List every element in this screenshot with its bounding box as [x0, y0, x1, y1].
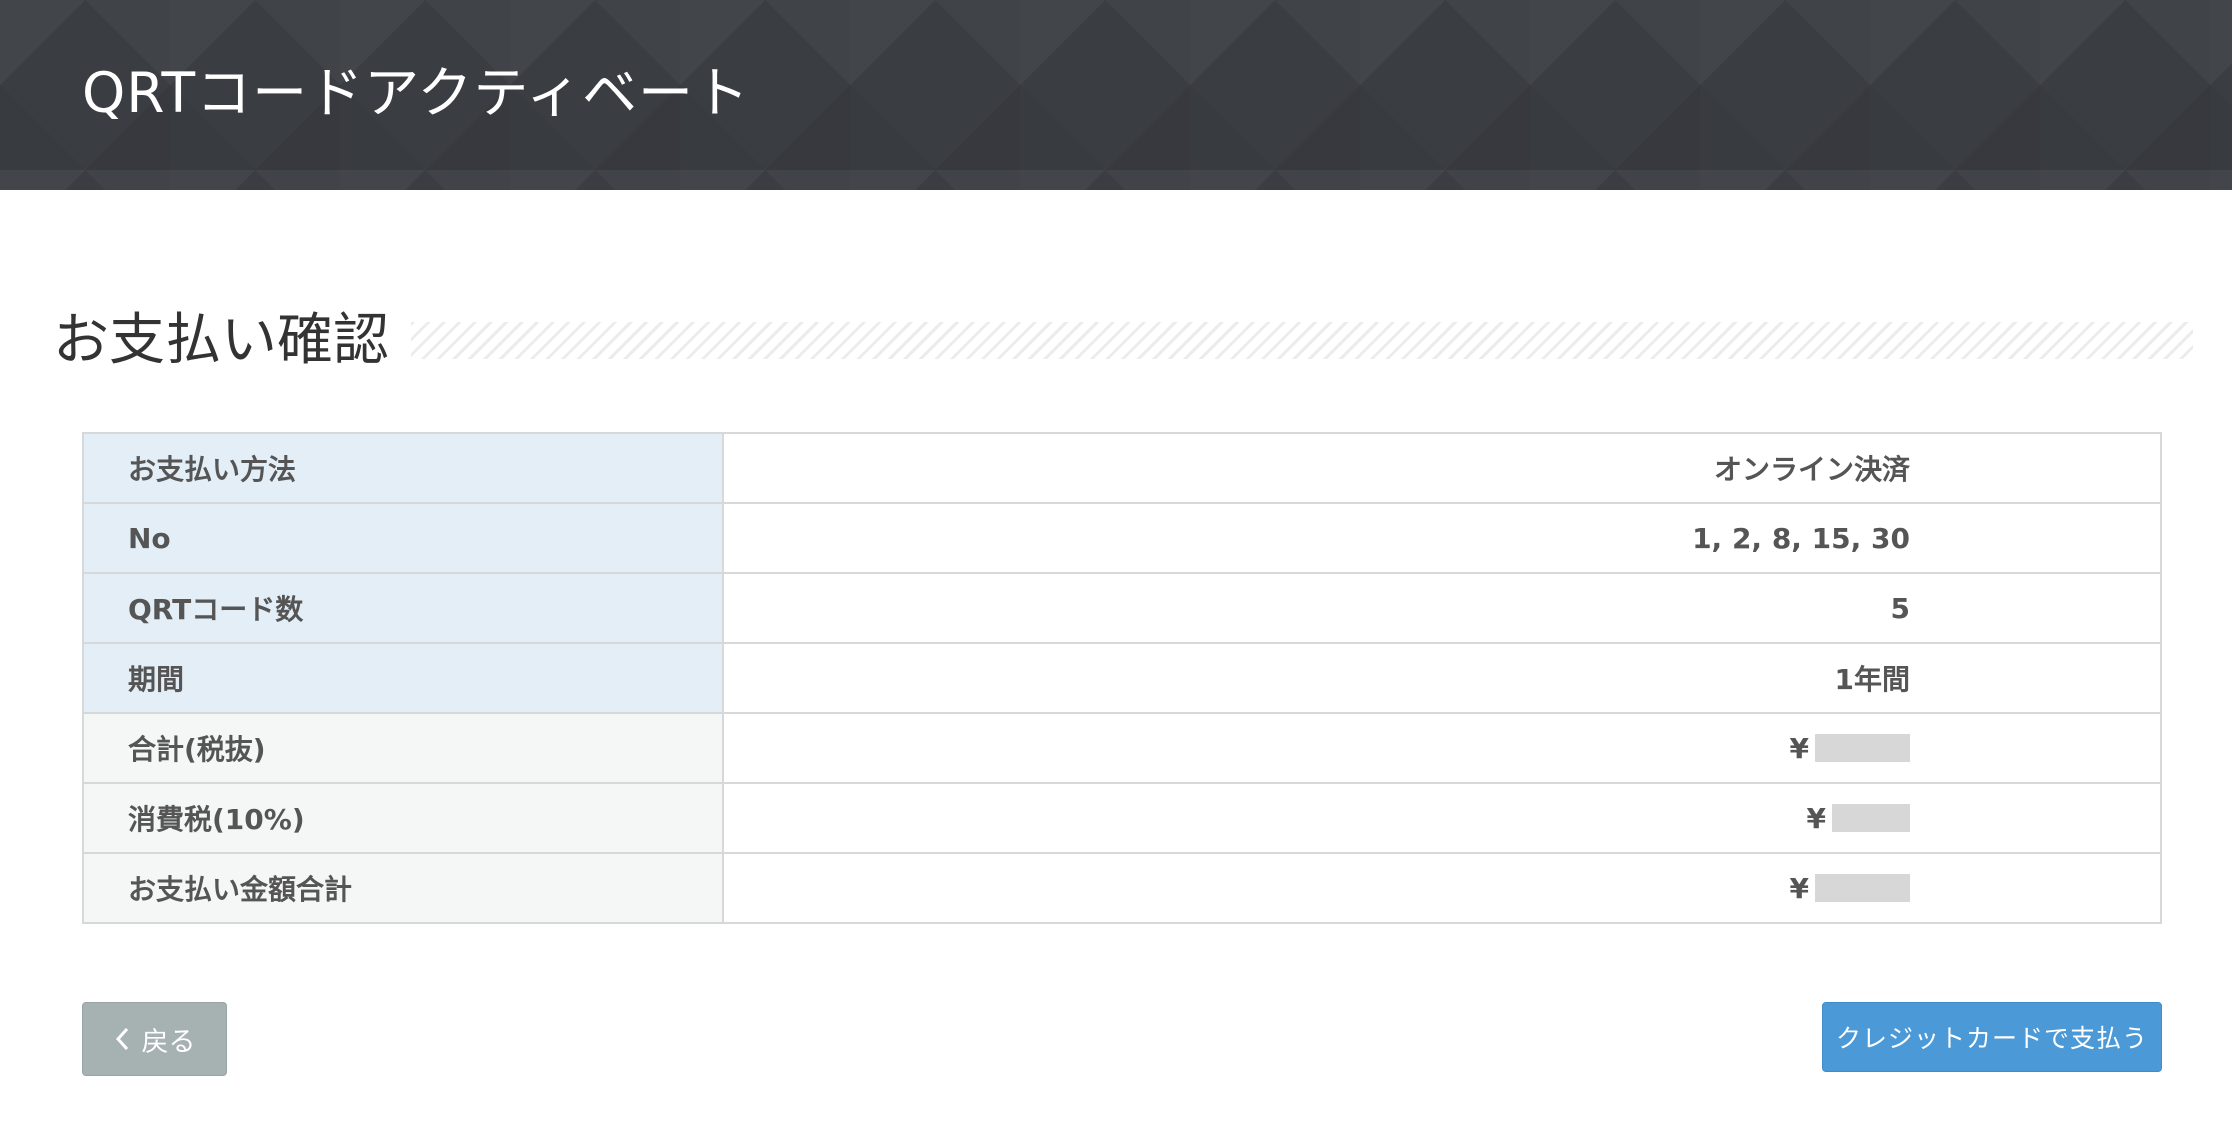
row-value: ¥	[722, 852, 2162, 924]
currency-symbol: ¥	[1806, 801, 1826, 835]
row-value: ¥	[722, 712, 2162, 784]
row-label: QRTコード数	[82, 572, 724, 644]
table-row-numbers: No 1, 2, 8, 15, 30	[82, 502, 2162, 574]
table-row-tax: 消費税(10%) ¥	[82, 782, 2162, 854]
currency-symbol: ¥	[1789, 731, 1809, 765]
table-row-subtotal: 合計(税抜) ¥	[82, 712, 2162, 784]
page-header: QRTコードアクティベート	[0, 0, 2232, 190]
page-title: QRTコードアクティベート	[82, 61, 751, 125]
pay-by-credit-card-button[interactable]: クレジットカードで支払う	[1822, 1002, 2162, 1072]
row-label: お支払い方法	[82, 432, 724, 504]
currency-symbol: ¥	[1789, 871, 1809, 905]
row-value: 5	[722, 572, 2162, 644]
table-row-payment-method: お支払い方法 オンライン決済	[82, 432, 2162, 504]
back-button[interactable]: 戻る	[82, 1002, 227, 1076]
section-title: お支払い確認	[53, 308, 389, 373]
redacted-amount	[1815, 733, 1910, 762]
redacted-amount	[1815, 873, 1910, 902]
row-label: お支払い金額合計	[82, 852, 724, 924]
payment-confirmation-table: お支払い方法 オンライン決済 No 1, 2, 8, 15, 30 QRTコード…	[82, 432, 2162, 924]
table-row-qrt-count: QRTコード数 5	[82, 572, 2162, 644]
row-label: 合計(税抜)	[82, 712, 724, 784]
table-row-total: お支払い金額合計 ¥	[82, 852, 2162, 924]
row-value: 1年間	[722, 642, 2162, 714]
back-button-label: 戻る	[141, 1026, 196, 1058]
row-value: オンライン決済	[722, 432, 2162, 504]
title-decoration-stripe	[411, 322, 2193, 359]
redacted-amount	[1832, 803, 1910, 832]
table-row-period: 期間 1年間	[82, 642, 2162, 714]
chevron-left-icon	[114, 1026, 130, 1052]
row-label: No	[82, 502, 724, 574]
row-label: 消費税(10%)	[82, 782, 724, 854]
pay-button-label: クレジットカードで支払う	[1835, 1024, 2148, 1053]
row-value: 1, 2, 8, 15, 30	[722, 502, 2162, 574]
row-label: 期間	[82, 642, 724, 714]
row-value: ¥	[722, 782, 2162, 854]
